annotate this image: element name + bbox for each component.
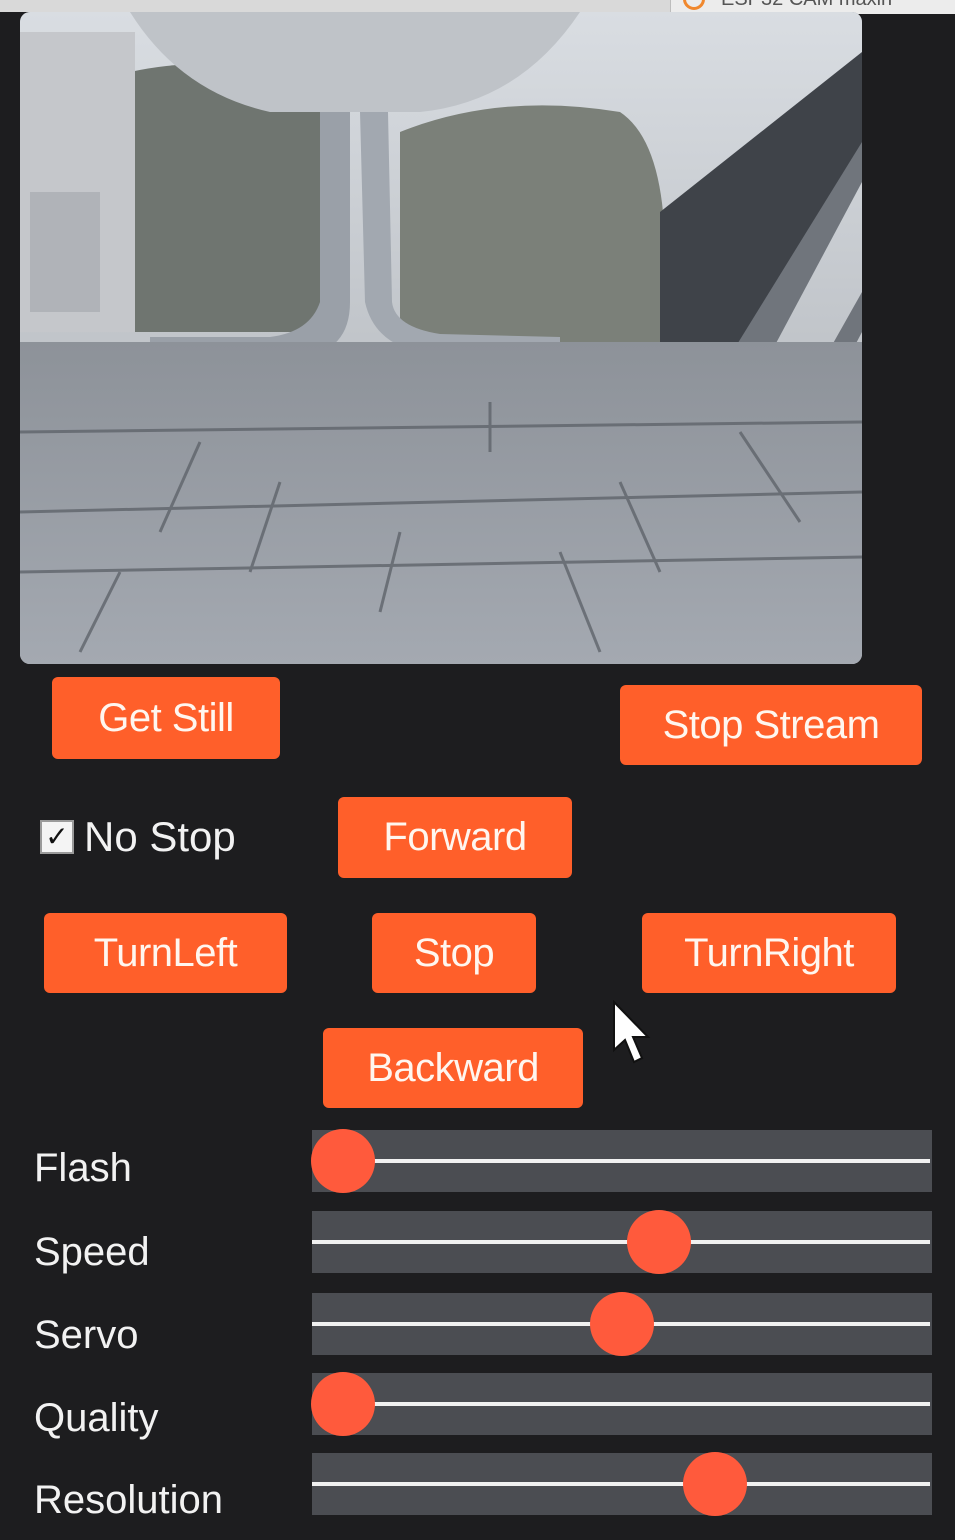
no-stop-option[interactable]: ✓ No Stop xyxy=(40,812,236,862)
flash-slider-line xyxy=(312,1159,930,1163)
flash-slider-thumb[interactable] xyxy=(311,1129,375,1193)
tab-favicon-icon xyxy=(683,0,705,10)
turn-left-button[interactable]: TurnLeft xyxy=(44,913,287,993)
mouse-pointer-icon xyxy=(613,1000,651,1064)
resolution-slider-line xyxy=(312,1482,930,1486)
speed-slider-thumb[interactable] xyxy=(627,1210,691,1274)
resolution-slider[interactable] xyxy=(312,1452,932,1516)
quality-slider-line xyxy=(312,1402,930,1406)
check-icon: ✓ xyxy=(45,821,69,852)
servo-slider[interactable] xyxy=(312,1292,932,1356)
forward-button[interactable]: Forward xyxy=(338,797,572,878)
quality-slider[interactable] xyxy=(311,1372,932,1436)
flash-slider[interactable] xyxy=(311,1129,932,1193)
backward-button[interactable]: Backward xyxy=(323,1028,583,1108)
no-stop-checkbox[interactable]: ✓ xyxy=(40,820,74,854)
turn-right-button[interactable]: TurnRight xyxy=(642,913,896,993)
speed-label: Speed xyxy=(34,1230,150,1274)
resolution-label: Resolution xyxy=(34,1478,224,1522)
tab-title: ESP32 CAM maxin xyxy=(721,0,892,11)
camera-stream-image xyxy=(20,12,862,664)
quality-slider-thumb[interactable] xyxy=(311,1372,375,1436)
camera-stream xyxy=(20,12,862,664)
quality-label: Quality xyxy=(34,1396,159,1440)
stop-stream-button[interactable]: Stop Stream xyxy=(620,685,922,765)
page: ESP32 CAM maxin xyxy=(0,0,955,1540)
speed-slider[interactable] xyxy=(312,1210,932,1274)
resolution-slider-thumb[interactable] xyxy=(683,1452,747,1516)
no-stop-label: No Stop xyxy=(84,813,236,860)
servo-slider-thumb[interactable] xyxy=(590,1292,654,1356)
stop-button[interactable]: Stop xyxy=(372,913,536,993)
servo-label: Servo xyxy=(34,1313,139,1357)
flash-label: Flash xyxy=(34,1146,132,1190)
speed-slider-line xyxy=(312,1240,930,1244)
get-still-button[interactable]: Get Still xyxy=(52,677,280,759)
